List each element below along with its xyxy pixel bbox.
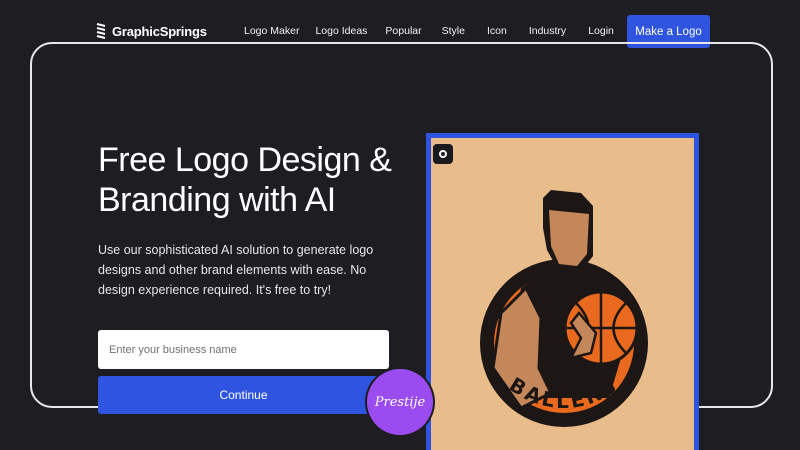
nav-popular[interactable]: Popular [375,25,431,37]
ballers-wordmark: BALLERS [505,372,623,413]
svg-text:BALLERS: BALLERS [505,372,623,413]
make-a-logo-button[interactable]: Make a Logo [627,15,710,48]
site-header: GraphicSprings Logo Maker Logo Ideas Pop… [0,0,800,64]
brand-name: GraphicSprings [112,23,207,39]
main-nav: Logo Maker Logo Ideas Popular Style Icon… [236,25,626,37]
hero-subtext: Use our sophisticated AI solution to gen… [98,243,374,297]
logo-preview-canvas: BALLERS [431,138,694,450]
nav-style[interactable]: Style [432,25,475,37]
logo-preview-card: BALLERS [426,133,699,450]
watermark-badge: Prestije [367,369,433,435]
business-name-input[interactable] [98,330,389,369]
continue-button[interactable]: Continue [98,376,389,414]
nav-logo-ideas[interactable]: Logo Ideas [307,25,375,37]
hero-headline: Free Logo Design & Branding with AI [98,141,392,219]
brand-logo[interactable]: GraphicSprings [96,22,207,40]
nav-icon[interactable]: Icon [475,25,519,37]
nav-logo-maker[interactable]: Logo Maker [236,25,307,37]
pause-icon[interactable] [433,144,453,164]
nav-login[interactable]: Login [576,25,626,37]
springs-logo-icon [96,23,106,39]
nav-industry[interactable]: Industry [519,25,576,37]
